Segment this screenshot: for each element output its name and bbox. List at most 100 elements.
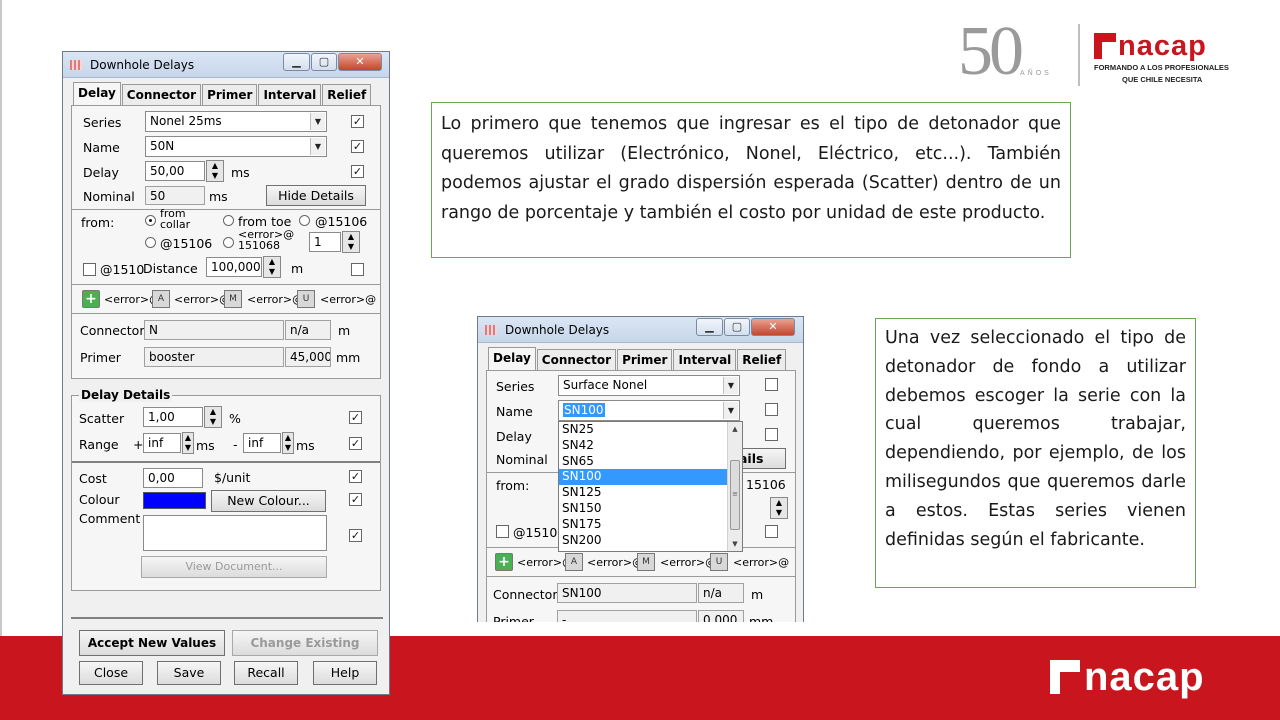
series-checkbox[interactable]: [765, 378, 778, 391]
maximize-button[interactable]: ▢: [724, 318, 750, 336]
tab-relief[interactable]: Relief: [737, 349, 787, 371]
view-document-button[interactable]: View Document...: [141, 556, 327, 578]
save-button[interactable]: Save: [157, 661, 221, 685]
at-point-radio-1[interactable]: [299, 215, 310, 226]
anniversary-logo: 50 AÑOS: [958, 16, 1068, 88]
name-checkbox[interactable]: ✓: [351, 140, 364, 153]
nominal-value: 50: [145, 186, 205, 205]
dropdown-option[interactable]: SN42: [559, 438, 727, 454]
count-spinner[interactable]: ▲ ▼: [770, 497, 788, 519]
delay-checkbox[interactable]: [765, 428, 778, 441]
distance-checkbox[interactable]: [765, 525, 778, 538]
tab-primer[interactable]: Primer: [202, 84, 258, 106]
cost-checkbox[interactable]: ✓: [349, 470, 362, 483]
tab-strip: Delay Connector Primer Interval Relief: [73, 82, 372, 106]
colour-swatch[interactable]: [143, 492, 206, 509]
tab-connector[interactable]: Connector: [121, 84, 202, 106]
name-checkbox[interactable]: [765, 403, 778, 416]
delay-input[interactable]: 50,00: [145, 161, 205, 181]
delay-checkbox[interactable]: ✓: [351, 165, 364, 178]
from-toe-label: from toe: [238, 214, 292, 229]
chevron-down-icon: ▼: [723, 402, 738, 419]
nominal-label: Nominal: [83, 189, 135, 204]
pick-u-icon[interactable]: U: [710, 553, 728, 571]
tab-interval[interactable]: Interval: [258, 84, 322, 106]
help-button[interactable]: Help: [313, 661, 377, 685]
scatter-input[interactable]: 1,00: [143, 407, 203, 427]
comment-checkbox[interactable]: ✓: [349, 529, 362, 542]
change-existing-button[interactable]: Change Existing: [232, 630, 378, 656]
range-plus-spinner[interactable]: ▲ ▼: [182, 432, 194, 454]
scatter-label: Scatter: [79, 411, 125, 426]
scroll-down-icon[interactable]: ▼: [728, 537, 742, 551]
range-checkbox[interactable]: ✓: [349, 437, 362, 450]
colour-checkbox[interactable]: ✓: [349, 493, 362, 506]
delay-spinner[interactable]: ▲ ▼: [206, 160, 224, 182]
minimize-button[interactable]: ▁: [283, 53, 310, 71]
scatter-spinner[interactable]: ▲ ▼: [204, 406, 222, 428]
cost-input[interactable]: 0,00: [143, 468, 203, 488]
at-point-checkbox[interactable]: [83, 263, 96, 276]
pick-a-icon[interactable]: A: [152, 290, 170, 308]
range-minus-sign: -: [233, 437, 238, 452]
inacap-tagline-2: QUE CHILE NECESITA: [1122, 75, 1203, 84]
maximize-button[interactable]: ▢: [311, 53, 337, 71]
range-minus-spinner[interactable]: ▲ ▼: [282, 432, 294, 454]
close-window-button[interactable]: ✕: [338, 53, 382, 71]
comment-input[interactable]: [143, 515, 327, 551]
accept-new-values-button[interactable]: Accept New Values: [79, 630, 225, 656]
from-collar-radio[interactable]: [145, 215, 156, 226]
connector-value: SN100: [557, 583, 697, 603]
error-point-label: <error>@ 151068: [238, 228, 295, 252]
dropdown-option[interactable]: SN65: [559, 454, 727, 470]
pick-m-icon[interactable]: M: [637, 553, 655, 571]
at-point-radio-2[interactable]: [145, 237, 156, 248]
scroll-thumb[interactable]: ≡: [730, 460, 740, 530]
minimize-button[interactable]: ▁: [696, 318, 723, 336]
tab-delay[interactable]: Delay: [488, 347, 536, 371]
colour-label: Colour: [79, 492, 120, 507]
tab-primer[interactable]: Primer: [617, 349, 673, 371]
error-token: <error>@: [320, 293, 377, 306]
add-point-icon[interactable]: +: [82, 290, 100, 308]
series-checkbox[interactable]: ✓: [351, 115, 364, 128]
dropdown-option[interactable]: SN150: [559, 501, 727, 517]
pick-u-icon[interactable]: U: [297, 290, 315, 308]
distance-checkbox[interactable]: [351, 263, 364, 276]
tab-interval[interactable]: Interval: [673, 349, 737, 371]
from-toe-radio[interactable]: [223, 215, 234, 226]
dropdown-scrollbar[interactable]: ▲ ≡ ▼: [727, 422, 742, 551]
range-minus-input[interactable]: inf: [243, 433, 281, 453]
inacap-tagline-1: FORMANDO A LOS PROFESIONALES: [1094, 63, 1229, 72]
dropdown-option[interactable]: SN125: [559, 485, 727, 501]
close-window-button[interactable]: ✕: [751, 318, 795, 336]
scroll-up-icon[interactable]: ▲: [728, 422, 742, 436]
dropdown-option[interactable]: SN25: [559, 422, 727, 438]
close-button[interactable]: Close: [79, 661, 143, 685]
pick-a-icon[interactable]: A: [565, 553, 583, 571]
tab-connector[interactable]: Connector: [536, 349, 617, 371]
at-point-checkbox[interactable]: [496, 525, 509, 538]
tab-relief[interactable]: Relief: [322, 84, 372, 106]
scatter-checkbox[interactable]: ✓: [349, 411, 362, 424]
tab-delay[interactable]: Delay: [73, 82, 121, 106]
pick-m-icon[interactable]: M: [224, 290, 242, 308]
count-spinner[interactable]: ▲ ▼: [342, 231, 360, 253]
distance-input[interactable]: 100,000: [206, 257, 262, 277]
add-point-icon[interactable]: +: [495, 553, 513, 571]
new-colour-button[interactable]: New Colour...: [211, 490, 326, 512]
hide-details-button[interactable]: Hide Details: [266, 185, 366, 206]
series-select[interactable]: Surface Nonel ▼: [558, 375, 740, 396]
dropdown-option[interactable]: SN200: [559, 533, 727, 549]
error-point-radio[interactable]: [223, 237, 234, 248]
series-select[interactable]: Nonel 25ms ▼: [145, 111, 327, 132]
dropdown-option[interactable]: SN100: [559, 469, 727, 486]
recall-button[interactable]: Recall: [234, 661, 298, 685]
name-select[interactable]: SN100 ▼: [558, 400, 740, 421]
dropdown-option[interactable]: SN175: [559, 517, 727, 533]
count-input[interactable]: 1: [309, 232, 341, 252]
range-plus-input[interactable]: inf: [143, 433, 181, 453]
name-dropdown-list[interactable]: SN25 SN42 SN65 SN100 SN125 SN150 SN175 SN200 ▲ …: [558, 421, 743, 552]
distance-spinner[interactable]: ▲ ▼: [263, 256, 281, 278]
name-select[interactable]: 50N ▼: [145, 136, 327, 157]
